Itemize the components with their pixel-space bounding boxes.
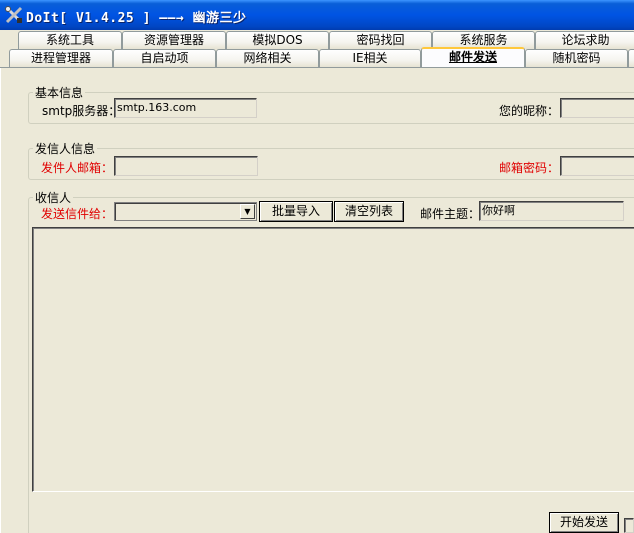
window-title: DoIt[ V1.4.25 ] ——→ 幽游三少 xyxy=(26,11,247,26)
tab-dos[interactable]: 模拟DOS xyxy=(226,31,329,49)
send-to-combobox[interactable]: ▼ xyxy=(114,202,257,221)
clear-list-button[interactable]: 清空列表 xyxy=(334,201,404,222)
tab-password-recovery[interactable]: 密码找回 xyxy=(329,31,432,49)
tab-forum-help[interactable]: 论坛求助 xyxy=(535,31,634,49)
sender-info-title: 发信人信息 xyxy=(33,140,98,157)
tools-icon[interactable] xyxy=(4,5,24,25)
sender-email-input[interactable] xyxy=(114,156,258,176)
email-password-input[interactable] xyxy=(560,156,634,176)
recipient-title: 收信人 xyxy=(33,189,74,206)
sender-email-label: 发件人邮箱： xyxy=(41,161,114,175)
panel-left-edge xyxy=(0,68,1,533)
send-to-label: 发送信件给： xyxy=(41,207,114,221)
basic-info-title: 基本信息 xyxy=(33,84,86,101)
chevron-down-icon[interactable]: ▼ xyxy=(240,204,255,219)
mail-send-panel: 基本信息 smtp服务器： smtp.163.com 您的昵称： 发信人信息 发… xyxy=(0,68,634,533)
tab-row-back: 系统工具 资源管理器 模拟DOS 密码找回 系统服务 论坛求助 xyxy=(0,31,634,49)
email-password-label: 邮箱密码： xyxy=(499,161,560,175)
subject-input[interactable]: 你好啊 xyxy=(479,201,624,221)
tab-ie[interactable]: IE相关 xyxy=(319,49,421,67)
subject-label: 邮件主题： xyxy=(420,207,481,221)
title-bar: DoIt[ V1.4.25 ] ——→ 幽游三少 xyxy=(0,0,634,30)
tab-process-manager[interactable]: 进程管理器 xyxy=(9,49,113,67)
mail-body-textarea[interactable] xyxy=(32,227,634,492)
tab-row-front: 进程管理器 自启动项 网络相关 IE相关 邮件发送 随机密码 xyxy=(0,47,634,67)
tab-resource-manager[interactable]: 资源管理器 xyxy=(122,31,226,49)
nickname-input[interactable] xyxy=(560,98,634,118)
tab-random-password[interactable]: 随机密码 xyxy=(525,49,628,67)
tab-system-tools[interactable]: 系统工具 xyxy=(18,31,122,49)
start-send-button[interactable]: 开始发送 xyxy=(549,512,619,533)
nickname-label: 您的昵称： xyxy=(499,104,560,118)
smtp-server-input[interactable]: smtp.163.com xyxy=(114,98,257,118)
batch-import-button[interactable]: 批量导入 xyxy=(259,201,333,222)
tab-network[interactable]: 网络相关 xyxy=(216,49,319,67)
smtp-label: smtp服务器： xyxy=(42,104,121,118)
extra-control[interactable] xyxy=(624,518,634,533)
tab-overflow xyxy=(628,49,634,67)
tab-startup-items[interactable]: 自启动项 xyxy=(113,49,216,67)
tab-mail-send[interactable]: 邮件发送 xyxy=(421,47,525,67)
